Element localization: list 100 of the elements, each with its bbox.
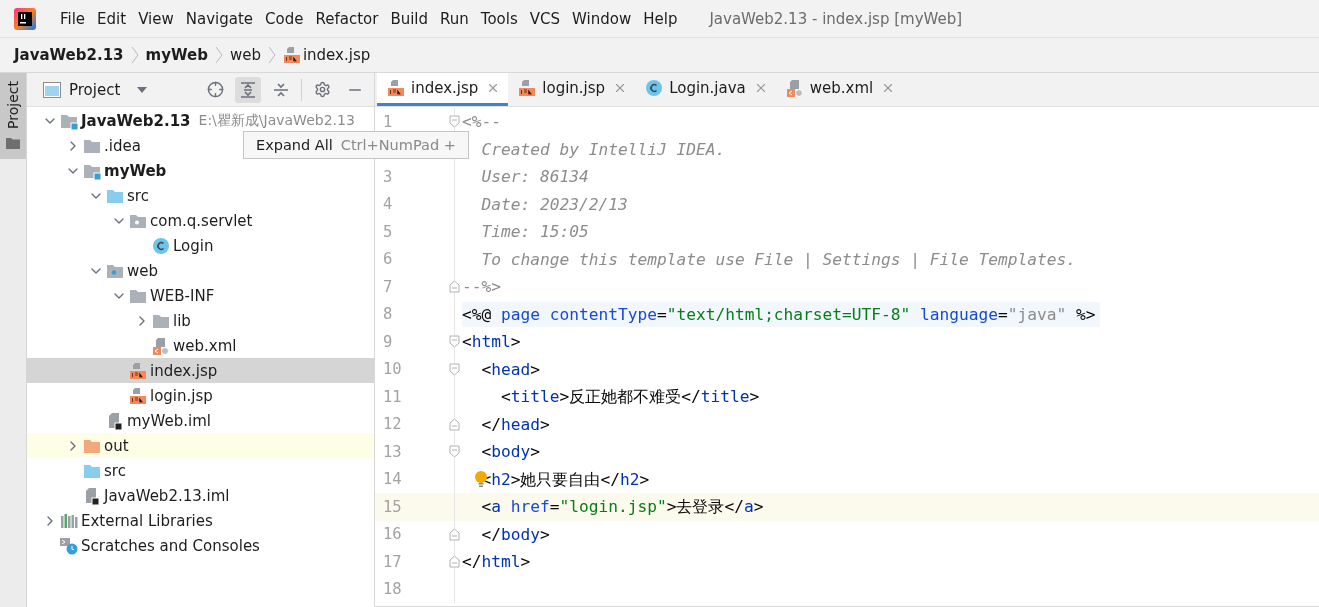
menu-item[interactable]: VCS xyxy=(523,6,567,31)
panel-title[interactable]: Project xyxy=(69,80,121,99)
breadcrumb[interactable]: myWeb xyxy=(145,46,208,64)
menu-item[interactable]: View xyxy=(132,6,180,31)
line-number: 13 xyxy=(383,442,402,461)
code-text: Created by IntelliJ IDEA. xyxy=(480,138,726,161)
tree-item[interactable]: JavaWeb2.13.iml xyxy=(27,483,374,508)
xml-file-icon xyxy=(152,336,170,355)
breadcrumb[interactable]: index.jsp xyxy=(302,46,371,64)
fold-icon[interactable] xyxy=(449,115,460,129)
breadcrumb[interactable]: web xyxy=(229,46,261,64)
line-number: 8 xyxy=(383,305,393,324)
tree-item[interactable]: web.xml xyxy=(27,333,374,358)
tree-item[interactable]: src xyxy=(27,183,374,208)
line-number: 9 xyxy=(383,332,393,351)
menu-item[interactable]: Build xyxy=(384,6,435,31)
menu-item[interactable]: Run xyxy=(434,6,475,31)
tree-item[interactable]: JavaWeb2.13 E:\瞿新成\JavaWeb2.13 xyxy=(27,108,374,133)
scratches-icon xyxy=(60,536,78,555)
tool-window-tab[interactable]: Project xyxy=(0,73,26,159)
code-text: User: 86134 xyxy=(480,166,589,189)
code-text: <html> xyxy=(462,331,521,354)
jsp-file-icon xyxy=(282,46,301,64)
line-number: 3 xyxy=(383,167,393,186)
code-text: </head> xyxy=(480,413,550,436)
fold-icon[interactable] xyxy=(449,527,460,541)
tree-item[interactable]: Scratches and Consoles xyxy=(27,533,374,558)
menu-item[interactable]: Tools xyxy=(474,6,524,31)
jsp-file-icon xyxy=(518,79,537,97)
menu-item[interactable]: Edit xyxy=(91,6,133,31)
menu-item[interactable]: Help xyxy=(637,6,684,31)
tree-item[interactable]: myWeb.iml xyxy=(27,408,374,433)
line-number: 11 xyxy=(383,387,402,406)
expand-all-button[interactable] xyxy=(235,76,262,103)
tree-item[interactable]: External Libraries xyxy=(27,508,374,533)
editor-tab[interactable]: web.xml xyxy=(775,73,904,106)
expand-all-icon[interactable] xyxy=(240,81,257,98)
line-number: 14 xyxy=(383,470,402,489)
code-text: Date: 2023/2/13 xyxy=(480,193,628,216)
tree-item[interactable]: out xyxy=(27,433,374,458)
line-number: 10 xyxy=(383,360,402,379)
shortcut-label: Ctrl+NumPad + xyxy=(340,137,456,153)
menu-item[interactable]: Code xyxy=(259,6,310,31)
code-text: <head> xyxy=(480,358,540,381)
collapse-all-icon[interactable] xyxy=(273,81,290,98)
editor-tab[interactable]: Login.java xyxy=(635,73,776,106)
module-file-icon xyxy=(83,486,101,505)
editor-tab[interactable]: index.jsp xyxy=(377,73,509,106)
code-text: <title>反正她都不难受</title> xyxy=(499,386,760,409)
tree-item[interactable]: lib xyxy=(27,308,374,333)
tooltip-label: Expand All xyxy=(256,137,333,153)
path-hint: E:\瞿新成\JavaWeb2.13 xyxy=(198,111,355,130)
libraries-icon xyxy=(60,511,78,530)
code-text: --%> xyxy=(462,276,501,299)
fold-icon[interactable] xyxy=(449,335,460,349)
jsp-file-icon xyxy=(129,386,147,405)
module-file-icon xyxy=(106,411,124,430)
folder-icon xyxy=(6,136,20,149)
code-text: <%@ page contentType="text/html;charset=UTF-8" language="java" %> xyxy=(462,301,1100,327)
breadcrumb[interactable]: JavaWeb2.13 xyxy=(14,46,124,64)
tree-item[interactable]: src xyxy=(27,458,374,483)
line-number: 17 xyxy=(383,552,402,571)
menu-item[interactable]: Refactor xyxy=(309,6,385,31)
tree-item[interactable]: index.jsp xyxy=(27,358,374,383)
line-number: 5 xyxy=(383,222,393,241)
menu-item[interactable]: File xyxy=(54,6,92,31)
tree-item[interactable]: WEB-INF xyxy=(27,283,374,308)
tree-item[interactable]: web xyxy=(27,258,374,283)
tree-item[interactable]: login.jsp xyxy=(27,383,374,408)
jsp-file-icon xyxy=(129,361,147,380)
tree-item[interactable]: com.q.servlet xyxy=(27,208,374,233)
dropdown-caret-icon[interactable] xyxy=(136,85,149,94)
fold-icon[interactable] xyxy=(449,280,460,294)
fold-icon[interactable] xyxy=(449,555,460,569)
window-icon xyxy=(43,81,61,98)
fold-icon[interactable] xyxy=(449,445,460,459)
line-number: 7 xyxy=(383,277,393,296)
line-number: 15 xyxy=(383,497,402,516)
code-text: To change this template use File | Settings | File Templates. xyxy=(480,248,1076,271)
line-number: 4 xyxy=(383,195,393,214)
app-logo-icon xyxy=(14,7,36,30)
menu-item[interactable]: Window xyxy=(566,6,638,31)
menu-item[interactable]: Navigate xyxy=(179,6,260,31)
separator-icon xyxy=(129,45,140,65)
line-number: 1 xyxy=(383,112,393,131)
fold-icon[interactable] xyxy=(449,417,460,431)
fold-icon[interactable] xyxy=(449,362,460,376)
editor-tab[interactable]: login.jsp xyxy=(508,73,636,106)
separator-icon xyxy=(266,45,277,65)
line-number: 12 xyxy=(383,415,402,434)
code-text: <body> xyxy=(480,441,540,464)
code-text: <%-- xyxy=(462,111,501,134)
tree-item[interactable]: Login xyxy=(27,233,374,258)
code-text: </html> xyxy=(462,551,531,574)
tree-item[interactable]: myWeb xyxy=(27,158,374,183)
code-text: </body> xyxy=(480,523,550,546)
code-text: Time: 15:05 xyxy=(480,221,589,244)
code-text: <a href="login.jsp">去登录</a> xyxy=(480,496,764,519)
jsp-file-icon xyxy=(387,79,405,97)
line-number: 6 xyxy=(383,250,393,269)
